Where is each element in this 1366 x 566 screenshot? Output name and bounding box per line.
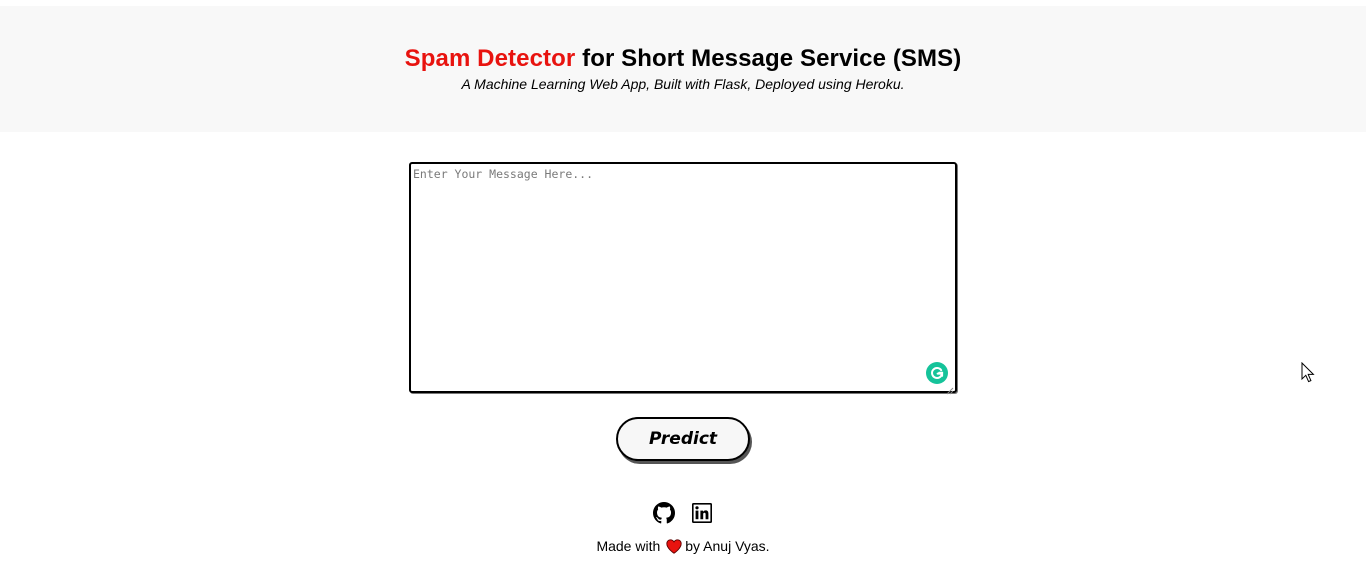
- title-rest: for Short Message Service (SMS): [575, 45, 962, 72]
- footer-credit: Made with by Anuj Vyas.: [0, 538, 1366, 555]
- footer-made-with: Made with: [596, 538, 661, 554]
- footer-author: by Anuj Vyas.: [685, 538, 770, 554]
- github-link[interactable]: [653, 502, 675, 524]
- predict-button[interactable]: Predict: [616, 417, 750, 461]
- page-subtitle: A Machine Learning Web App, Built with F…: [461, 76, 905, 92]
- mouse-cursor-icon: [1301, 362, 1315, 383]
- message-box: [409, 162, 957, 395]
- title-accent: Spam Detector: [404, 45, 576, 72]
- github-icon: [653, 502, 675, 524]
- heart-icon: [666, 539, 682, 554]
- grammarly-icon[interactable]: [926, 362, 948, 384]
- page-header: Spam Detector for Short Message Service …: [0, 6, 1366, 132]
- page-title: Spam Detector for Short Message Service …: [0, 45, 1366, 73]
- linkedin-icon: [692, 503, 712, 523]
- message-input[interactable]: [411, 164, 955, 391]
- resize-grip-icon[interactable]: [946, 382, 954, 395]
- linkedin-link[interactable]: [691, 502, 713, 524]
